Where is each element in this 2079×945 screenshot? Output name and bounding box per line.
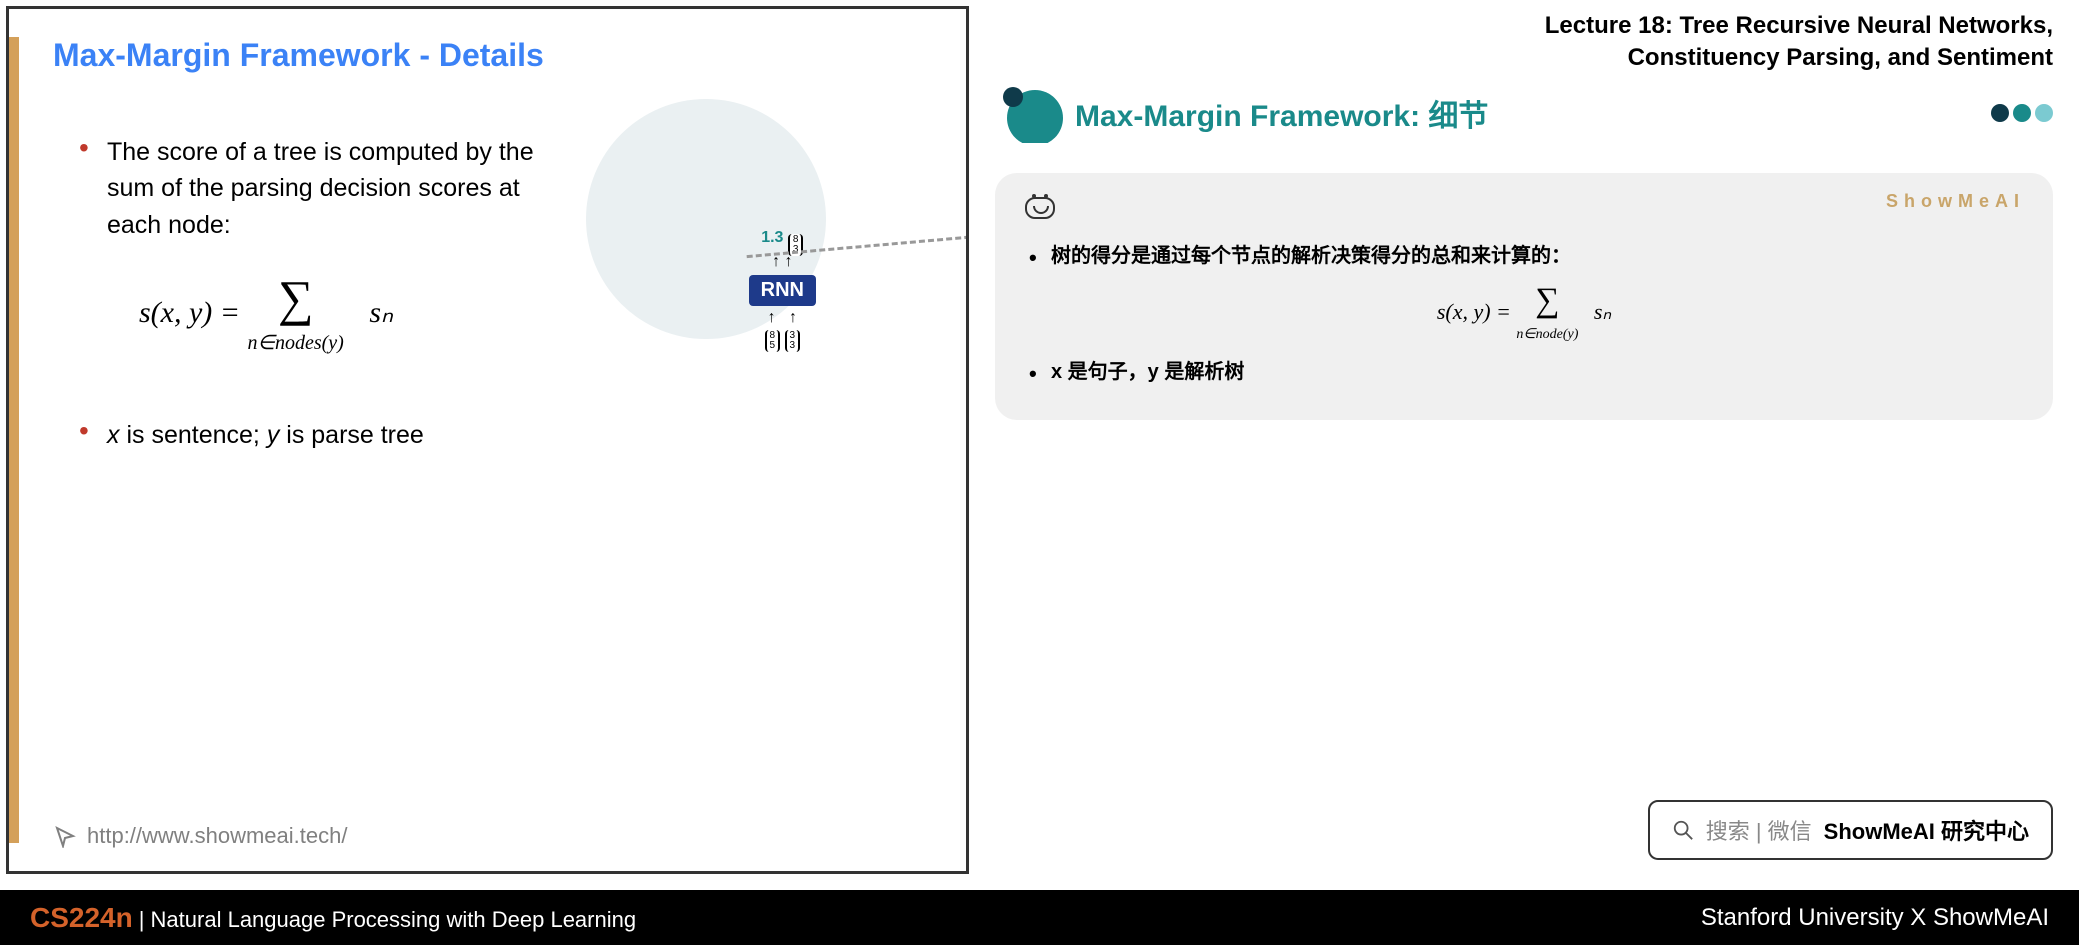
translation-note-box: ShowMeAI 树的得分是通过每个节点的解析决策得分的总和来计算的： s(x,… — [995, 173, 2053, 420]
input-vector-1-icon: 85 — [765, 330, 781, 352]
decorative-dots-icon — [995, 83, 1065, 143]
formula-rhs: sₙ — [369, 296, 393, 329]
notes-pane: Lecture 18: Tree Recursive Neural Networ… — [975, 0, 2079, 880]
lecture-header: Lecture 18: Tree Recursive Neural Networ… — [995, 10, 2053, 75]
note-formula-rhs: sₙ — [1594, 299, 1611, 324]
slide-url: http://www.showmeai.tech/ — [53, 823, 347, 849]
footer-sep: | — [139, 907, 151, 932]
up-arrows-icon: ↑ ↑ — [749, 312, 816, 325]
trailing-dots-icon — [1991, 104, 2053, 122]
footer-right: Stanford University X ShowMeAI — [1701, 904, 2049, 932]
cursor-icon — [53, 824, 77, 848]
lecture-line-1: Lecture 18: Tree Recursive Neural Networ… — [995, 10, 2053, 42]
subtitle: Max-Margin Framework: 细节 — [1075, 91, 1981, 135]
note-formula-lhs: s(x, y) = — [1437, 299, 1517, 324]
note-bullet-2: x 是句子，y 是解析树 — [1025, 354, 2023, 390]
search-box[interactable]: 搜索 | 微信 ShowMeAI 研究中心 — [1648, 800, 2053, 860]
formula-lhs: s(x, y) = — [139, 296, 248, 329]
search-icon — [1672, 819, 1694, 841]
slide-title: Max-Margin Framework - Details — [9, 9, 966, 74]
slide-pane: Max-Margin Framework - Details The score… — [6, 6, 969, 874]
sigma-symbol: ∑ — [1535, 282, 1559, 319]
course-code: CS224n — [30, 902, 133, 934]
lecture-line-2: Constituency Parsing, and Sentiment — [995, 42, 2053, 74]
input-vector-2-icon: 33 — [785, 330, 801, 352]
brand-label: ShowMeAI — [1886, 191, 2025, 212]
robot-icon — [1025, 197, 1055, 219]
search-brand: ShowMeAI 研究中心 — [1824, 814, 2029, 846]
rnn-score: 1.3 — [761, 229, 783, 246]
url-text: http://www.showmeai.tech/ — [87, 823, 347, 849]
note-bullet-1: 树的得分是通过每个节点的解析决策得分的总和来计算的： — [1025, 238, 2023, 274]
footer-bar: CS224n | Natural Language Processing wit… — [0, 890, 2079, 945]
search-hint: 搜索 | 微信 — [1706, 814, 1812, 846]
sigma-symbol: ∑ — [278, 270, 314, 326]
slide-bullet-1: The score of a tree is computed by the s… — [79, 134, 539, 243]
rnn-diagram: 1.3 83 ↑ ↑ RNN ↑ ↑ 85 33 — [749, 229, 816, 352]
note-formula: s(x, y) = ∑ n∈node(y) sₙ — [1025, 284, 2023, 344]
slide-bullet-2: x is sentence; y is parse tree — [79, 417, 916, 453]
rnn-box: RNN — [749, 275, 816, 306]
footer-desc: Natural Language Processing with Deep Le… — [151, 907, 637, 932]
up-arrows-icon: ↑ ↑ — [749, 256, 816, 269]
note-formula-sub: n∈node(y) — [1516, 327, 1578, 342]
formula-subscript: n∈nodes(y) — [248, 332, 344, 354]
